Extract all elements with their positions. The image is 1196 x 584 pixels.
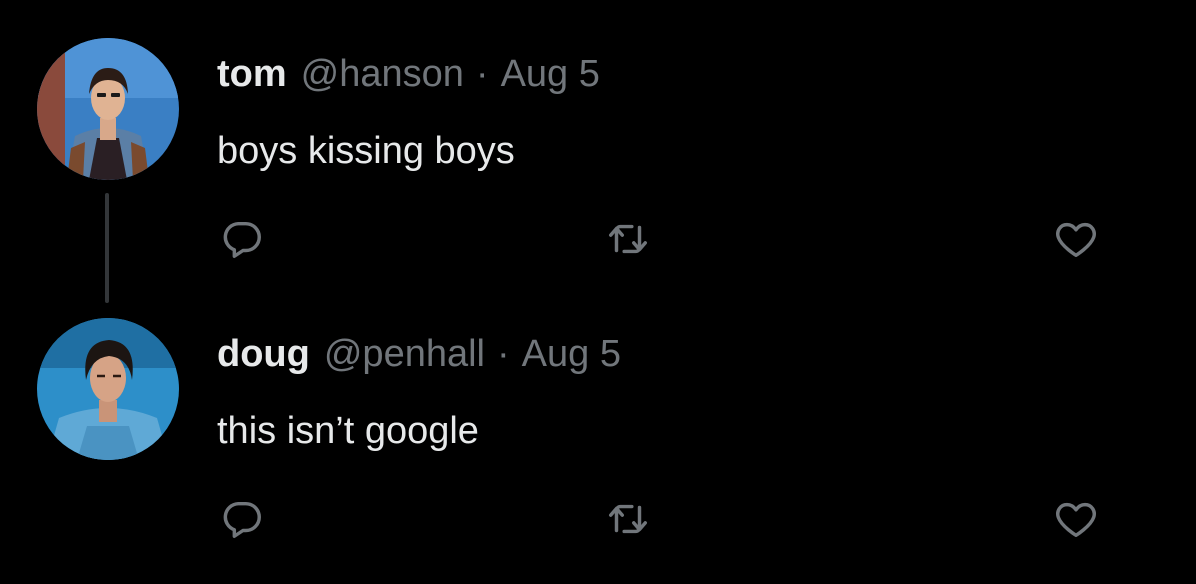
retweet-icon (609, 504, 647, 534)
tweet-thread: tom @hanson · Aug 5 boys kissing boys do… (0, 0, 1196, 584)
reply-button[interactable] (217, 214, 267, 264)
reply-button[interactable] (217, 494, 267, 544)
like-button[interactable] (1051, 214, 1101, 264)
retweet-button[interactable] (603, 214, 653, 264)
reply-icon (223, 501, 261, 538)
retweet-button[interactable] (603, 494, 653, 544)
reply-icon (223, 221, 261, 258)
tweet-actions (0, 0, 1196, 280)
like-icon (1056, 502, 1096, 538)
tweet[interactable]: doug @penhall · Aug 5 this isn’t google (0, 280, 1196, 560)
like-button[interactable] (1051, 494, 1101, 544)
retweet-icon (609, 224, 647, 254)
like-icon (1056, 222, 1096, 258)
tweet[interactable]: tom @hanson · Aug 5 boys kissing boys (0, 0, 1196, 303)
tweet-actions (0, 280, 1196, 560)
